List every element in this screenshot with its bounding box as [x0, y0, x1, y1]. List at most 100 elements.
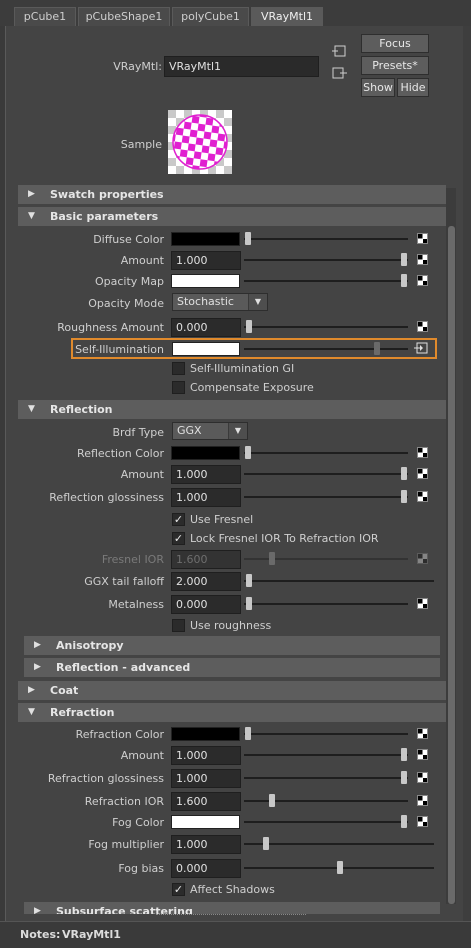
reflection-glossiness-field[interactable]: 1.000 — [171, 488, 241, 507]
refraction-color-slider-handle[interactable] — [245, 727, 251, 740]
reflection-glossiness-slider-handle[interactable] — [401, 490, 407, 503]
roughness-map-checker-icon[interactable] — [417, 321, 428, 332]
roughness-amount-field[interactable]: 0.000 — [171, 318, 241, 337]
brdf-type-dropdown[interactable]: GGX ▼ — [172, 422, 248, 440]
roughness-amount-slider[interactable] — [244, 326, 408, 328]
opacity-map-swatch[interactable] — [171, 274, 240, 288]
tab-pcubeshape1[interactable]: pCubeShape1 — [78, 7, 170, 26]
self-illumination-slider[interactable] — [244, 348, 408, 350]
refraction-amount-slider[interactable] — [244, 754, 408, 756]
reflection-color-swatch[interactable] — [171, 446, 240, 460]
opacity-map-slider-handle[interactable] — [401, 274, 407, 287]
refraction-glossiness-slider-handle[interactable] — [401, 771, 407, 784]
self-illumination-slider-handle[interactable] — [374, 342, 380, 355]
fog-bias-slider-handle[interactable] — [337, 861, 343, 874]
diffuse-map-checker-icon[interactable] — [417, 233, 428, 244]
opacity-mode-dropdown[interactable]: Stochastic ▼ — [172, 293, 268, 311]
fog-color-slider-handle[interactable] — [401, 815, 407, 828]
reflection-glossiness-map-checker-icon[interactable] — [417, 491, 428, 502]
fresnel-ior-map-checker-icon — [417, 553, 428, 564]
reflection-color-slider-handle[interactable] — [245, 446, 251, 459]
input-connection-icon[interactable] — [332, 44, 348, 58]
refraction-color-swatch[interactable] — [171, 727, 240, 741]
show-button[interactable]: Show — [361, 78, 395, 97]
collapsed-arrow-icon: ▶ — [34, 662, 41, 672]
self-illumination-label: Self-Illumination — [75, 343, 164, 356]
refraction-glossiness-map-checker-icon[interactable] — [417, 772, 428, 783]
affect-shadows-checkbox[interactable]: ✓ — [172, 883, 185, 896]
basic-amount-slider-handle[interactable] — [401, 253, 407, 266]
section-refraction[interactable]: ▼ Refraction — [18, 703, 446, 722]
presets-button[interactable]: Presets* — [361, 56, 429, 75]
material-sample-preview[interactable] — [168, 110, 232, 174]
self-illumination-swatch[interactable] — [172, 342, 240, 356]
reflection-glossiness-label: Reflection glossiness — [49, 491, 164, 504]
reflection-amount-slider-handle[interactable] — [401, 467, 407, 480]
tab-pcube1[interactable]: pCube1 — [14, 7, 76, 26]
diffuse-color-swatch[interactable] — [171, 232, 240, 246]
refraction-ior-slider-handle[interactable] — [269, 794, 275, 807]
reflection-glossiness-slider[interactable] — [244, 496, 408, 498]
reflection-color-map-checker-icon[interactable] — [417, 447, 428, 458]
refraction-amount-map-checker-icon[interactable] — [417, 749, 428, 760]
self-illumination-map-connected-icon[interactable] — [414, 341, 430, 355]
compensate-exposure-checkbox[interactable] — [172, 381, 185, 394]
lock-fresnel-ior-checkbox[interactable]: ✓ — [172, 532, 185, 545]
tab-vraymtl1[interactable]: VRayMtl1 — [251, 7, 323, 26]
section-anisotropy[interactable]: ▶ Anisotropy — [24, 636, 440, 655]
section-swatch-properties[interactable]: ▶ Swatch properties — [18, 185, 446, 204]
fog-color-slider[interactable] — [244, 821, 408, 823]
vertical-scrollbar-thumb[interactable] — [448, 226, 455, 904]
hide-button[interactable]: Hide — [397, 78, 429, 97]
section-basic-parameters[interactable]: ▼ Basic parameters — [18, 207, 446, 226]
section-reflection-advanced[interactable]: ▶ Reflection - advanced — [24, 658, 440, 677]
basic-amount-field[interactable]: 1.000 — [171, 251, 241, 270]
refraction-color-slider[interactable] — [244, 733, 408, 735]
section-reflection[interactable]: ▼ Reflection — [18, 400, 446, 419]
fog-bias-field[interactable]: 0.000 — [171, 859, 241, 878]
refraction-glossiness-slider[interactable] — [244, 777, 408, 779]
fog-multiplier-field[interactable]: 1.000 — [171, 835, 241, 854]
refraction-color-map-checker-icon[interactable] — [417, 728, 428, 739]
refraction-ior-field[interactable]: 1.600 — [171, 792, 241, 811]
reflection-color-slider[interactable] — [244, 452, 408, 454]
opacity-mode-label: Opacity Mode — [88, 297, 164, 310]
section-coat[interactable]: ▶ Coat — [18, 681, 446, 700]
refraction-amount-field[interactable]: 1.000 — [171, 746, 241, 765]
tab-polycube1[interactable]: polyCube1 — [172, 7, 249, 26]
roughness-amount-slider-handle[interactable] — [246, 320, 252, 333]
metalness-slider-handle[interactable] — [246, 597, 252, 610]
expanded-arrow-icon: ▼ — [28, 211, 35, 221]
metalness-field[interactable]: 0.000 — [171, 595, 241, 614]
basic-amount-map-checker-icon[interactable] — [417, 254, 428, 265]
metalness-map-checker-icon[interactable] — [417, 598, 428, 609]
ggx-tail-falloff-slider[interactable] — [244, 580, 434, 582]
resize-grip[interactable] — [156, 914, 306, 919]
self-illumination-gi-checkbox[interactable] — [172, 362, 185, 375]
notes-value[interactable]: VRayMtl1 — [62, 928, 121, 941]
fog-color-swatch[interactable] — [171, 815, 240, 829]
reflection-amount-map-checker-icon[interactable] — [417, 468, 428, 479]
vraymtl-name-field[interactable]: VRayMtl1 — [164, 56, 319, 77]
focus-button[interactable]: Focus — [361, 34, 429, 53]
refraction-ior-map-checker-icon[interactable] — [417, 795, 428, 806]
use-fresnel-checkbox[interactable]: ✓ — [172, 513, 185, 526]
opacity-map-checker-icon[interactable] — [417, 275, 428, 286]
reflection-amount-slider[interactable] — [244, 473, 408, 475]
basic-amount-slider[interactable] — [244, 259, 408, 261]
fog-multiplier-slider[interactable] — [244, 843, 434, 845]
fog-color-map-checker-icon[interactable] — [417, 816, 428, 827]
reflection-amount-field[interactable]: 1.000 — [171, 465, 241, 484]
ggx-tail-falloff-field[interactable]: 2.000 — [171, 572, 241, 591]
section-subsurface-scattering[interactable]: ▶ Subsurface scattering — [24, 902, 440, 914]
diffuse-color-slider-handle[interactable] — [245, 232, 251, 245]
metalness-slider[interactable] — [244, 603, 408, 605]
refraction-amount-slider-handle[interactable] — [401, 748, 407, 761]
refraction-glossiness-field[interactable]: 1.000 — [171, 769, 241, 788]
diffuse-color-slider[interactable] — [244, 238, 408, 240]
opacity-map-slider[interactable] — [244, 280, 408, 282]
use-roughness-checkbox[interactable] — [172, 619, 185, 632]
fog-multiplier-slider-handle[interactable] — [263, 837, 269, 850]
ggx-tail-falloff-slider-handle[interactable] — [246, 574, 252, 587]
output-connection-icon[interactable] — [332, 66, 348, 80]
